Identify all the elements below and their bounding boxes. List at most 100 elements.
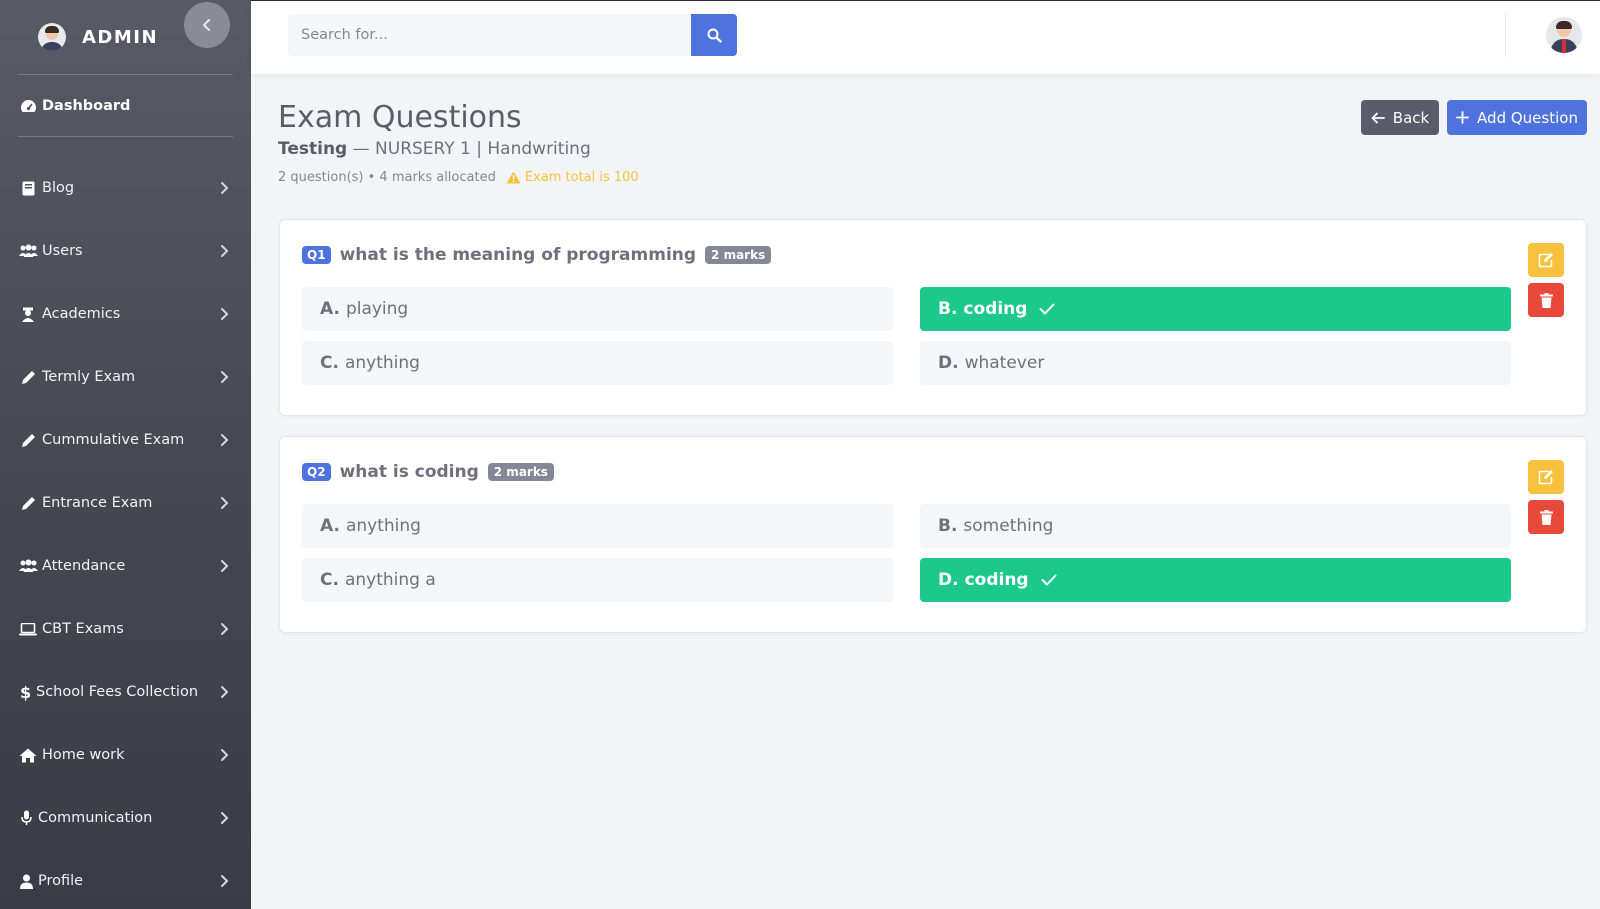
sidebar-item-cbt-exams[interactable]: CBT Exams xyxy=(18,617,233,641)
exam-total-warning: Exam total is 100 xyxy=(506,170,639,185)
option-letter: C. xyxy=(320,353,339,373)
option-a: A. anything xyxy=(302,504,893,548)
add-question-button[interactable]: Add Question xyxy=(1447,100,1587,135)
exam-meta: 2 question(s) • 4 marks allocated Exam t… xyxy=(278,170,639,185)
warning-text: Exam total is 100 xyxy=(524,170,639,185)
chevron-right-icon xyxy=(219,743,229,767)
check-icon xyxy=(1041,574,1057,586)
back-button[interactable]: Back xyxy=(1361,100,1439,135)
page-title: Exam Questions xyxy=(278,100,522,135)
delete-question-button[interactable] xyxy=(1528,500,1564,534)
sidebar-item-attendance[interactable]: Attendance xyxy=(18,554,233,578)
sidebar-item-dashboard[interactable]: Dashboard xyxy=(18,94,130,118)
option-text: whatever xyxy=(964,353,1045,373)
sidebar-divider xyxy=(18,136,233,137)
marks-badge: 2 marks xyxy=(487,463,554,481)
chevron-right-icon xyxy=(219,806,229,830)
option-letter: D. xyxy=(938,353,959,373)
pencil-icon xyxy=(18,370,38,385)
option-a: A. playing xyxy=(302,287,893,331)
search-input[interactable] xyxy=(288,14,691,56)
option-letter: D. xyxy=(938,570,959,590)
option-letter: A. xyxy=(320,299,340,319)
edit-question-button[interactable] xyxy=(1528,460,1564,494)
svg-text:$: $ xyxy=(20,684,30,701)
question-count: 2 question(s) • 4 marks allocated xyxy=(278,170,496,185)
option-text: anything xyxy=(344,353,420,373)
plus-icon xyxy=(1456,111,1469,124)
search-button[interactable] xyxy=(691,14,737,56)
microphone-icon xyxy=(18,810,34,826)
question-number-badge: Q1 xyxy=(302,246,331,264)
users-icon xyxy=(18,244,38,258)
chevron-right-icon xyxy=(219,869,229,893)
brand-title: ADMIN xyxy=(82,26,159,48)
user-icon xyxy=(18,874,34,889)
laptop-icon xyxy=(18,622,38,636)
book-icon xyxy=(18,181,38,196)
chevron-left-icon xyxy=(203,19,210,31)
sidebar-item-school-fees[interactable]: $ School Fees Collection xyxy=(18,680,233,704)
option-letter: C. xyxy=(320,570,339,590)
option-b: B. something xyxy=(920,504,1511,548)
edit-question-button[interactable] xyxy=(1528,243,1564,277)
sidebar-item-label: Termly Exam xyxy=(42,369,136,385)
sidebar-item-home-work[interactable]: Home work xyxy=(18,743,233,767)
option-b-correct: B. coding xyxy=(920,287,1511,331)
sidebar-item-profile[interactable]: Profile xyxy=(18,869,233,893)
edit-icon xyxy=(1538,470,1553,485)
chevron-right-icon xyxy=(219,554,229,578)
dollar-icon: $ xyxy=(18,684,32,701)
question-card: Q2 what is coding 2 marks A. anything B.… xyxy=(279,436,1587,633)
sidebar-item-label: Profile xyxy=(38,873,84,889)
exam-name: Testing xyxy=(278,139,348,159)
trash-icon xyxy=(1539,292,1553,308)
chevron-right-icon xyxy=(219,491,229,515)
sidebar-item-label: Communication xyxy=(38,810,153,826)
topbar-divider xyxy=(1505,13,1506,57)
sidebar-item-blog[interactable]: Blog xyxy=(18,176,233,200)
sidebar-item-label: Dashboard xyxy=(42,98,131,114)
warning-icon xyxy=(506,171,521,184)
sidebar-item-label: Academics xyxy=(42,306,121,322)
sidebar-item-label: Entrance Exam xyxy=(42,495,153,511)
pencil-icon xyxy=(18,496,38,511)
question-text: what is coding xyxy=(339,462,479,482)
sidebar-item-academics[interactable]: Academics xyxy=(18,302,233,326)
question-header: Q1 what is the meaning of programming 2 … xyxy=(302,245,772,265)
sidebar-item-label: Cummulative Exam xyxy=(42,432,185,448)
sidebar: ADMIN Dashboard Blog Users Academics Ter… xyxy=(0,0,251,909)
option-text: coding xyxy=(964,570,1029,590)
sidebar-item-label: Blog xyxy=(42,180,75,196)
option-d-correct: D. coding xyxy=(920,558,1511,602)
chevron-right-icon xyxy=(219,617,229,641)
chevron-right-icon xyxy=(219,239,229,263)
topbar xyxy=(251,0,1600,74)
option-c: C. anything xyxy=(302,341,893,385)
pencil-icon xyxy=(18,433,38,448)
user-avatar[interactable] xyxy=(1546,17,1582,53)
delete-question-button[interactable] xyxy=(1528,283,1564,317)
question-header: Q2 what is coding 2 marks xyxy=(302,462,554,482)
search-icon xyxy=(707,28,722,43)
sidebar-item-users[interactable]: Users xyxy=(18,239,233,263)
sidebar-item-communication[interactable]: Communication xyxy=(18,806,233,830)
sidebar-item-label: CBT Exams xyxy=(42,621,124,637)
search-bar xyxy=(288,14,737,56)
sidebar-toggle-button[interactable] xyxy=(184,2,230,48)
option-letter: B. xyxy=(938,299,958,319)
question-text: what is the meaning of programming xyxy=(339,245,697,265)
chevron-right-icon xyxy=(219,365,229,389)
users-icon xyxy=(18,559,38,573)
sidebar-item-entrance-exam[interactable]: Entrance Exam xyxy=(18,491,233,515)
admin-avatar-icon xyxy=(38,23,66,51)
sidebar-item-cummulative-exam[interactable]: Cummulative Exam xyxy=(18,428,233,452)
add-question-label: Add Question xyxy=(1477,108,1578,127)
back-label: Back xyxy=(1392,108,1430,127)
sidebar-divider xyxy=(18,74,233,75)
arrow-left-icon xyxy=(1371,112,1385,123)
sidebar-item-termly-exam[interactable]: Termly Exam xyxy=(18,365,233,389)
exam-subtitle: Testing — NURSERY 1 | Handwriting xyxy=(278,139,591,159)
option-d: D. whatever xyxy=(920,341,1511,385)
sidebar-item-label: Users xyxy=(42,243,83,259)
